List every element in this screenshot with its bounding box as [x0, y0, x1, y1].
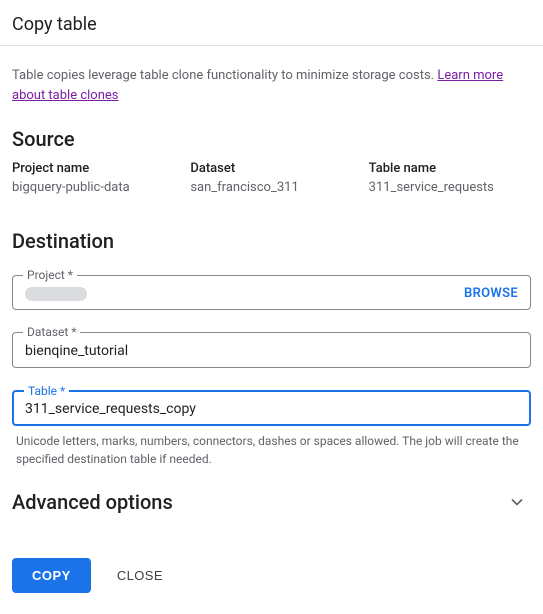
dialog-actions: COPY CLOSE: [10, 524, 533, 597]
browse-button[interactable]: BROWSE: [464, 286, 518, 301]
divider: [0, 45, 543, 46]
source-dataset-value: san_francisco_311: [190, 180, 352, 195]
source-table-label: Table name: [369, 161, 531, 176]
copy-button[interactable]: COPY: [12, 558, 91, 593]
close-button[interactable]: CLOSE: [109, 558, 171, 593]
advanced-options-toggle[interactable]: Advanced options: [10, 468, 533, 524]
project-field[interactable]: Project * BROWSE: [12, 275, 531, 310]
copy-table-dialog: Copy table Table copies leverage table c…: [0, 0, 543, 613]
source-table-value: 311_service_requests: [369, 180, 531, 195]
source-project: Project name bigquery-public-data: [12, 161, 174, 195]
source-dataset-label: Dataset: [190, 161, 352, 176]
table-helper-text: Unicode letters, marks, numbers, connect…: [10, 426, 533, 468]
source-heading: Source: [10, 123, 533, 161]
dataset-field[interactable]: Dataset *: [12, 332, 531, 368]
chevron-down-icon: [507, 492, 527, 512]
project-value-redacted: [25, 287, 87, 301]
info-text: Table copies leverage table clone functi…: [10, 66, 533, 123]
advanced-options-label: Advanced options: [12, 490, 173, 514]
source-project-value: bigquery-public-data: [12, 180, 174, 195]
project-field-label: Project *: [23, 268, 77, 282]
dialog-title: Copy table: [10, 8, 533, 45]
source-table: Table name 311_service_requests: [369, 161, 531, 195]
table-input[interactable]: [25, 401, 518, 417]
table-field-label: Table *: [24, 384, 69, 398]
dataset-field-label: Dataset *: [23, 325, 80, 339]
source-grid: Project name bigquery-public-data Datase…: [10, 161, 533, 207]
source-dataset: Dataset san_francisco_311: [190, 161, 352, 195]
info-body: Table copies leverage table clone functi…: [12, 68, 437, 83]
dataset-input[interactable]: [25, 343, 518, 359]
destination-heading: Destination: [10, 225, 533, 263]
table-field[interactable]: Table *: [12, 390, 531, 426]
source-project-label: Project name: [12, 161, 174, 176]
